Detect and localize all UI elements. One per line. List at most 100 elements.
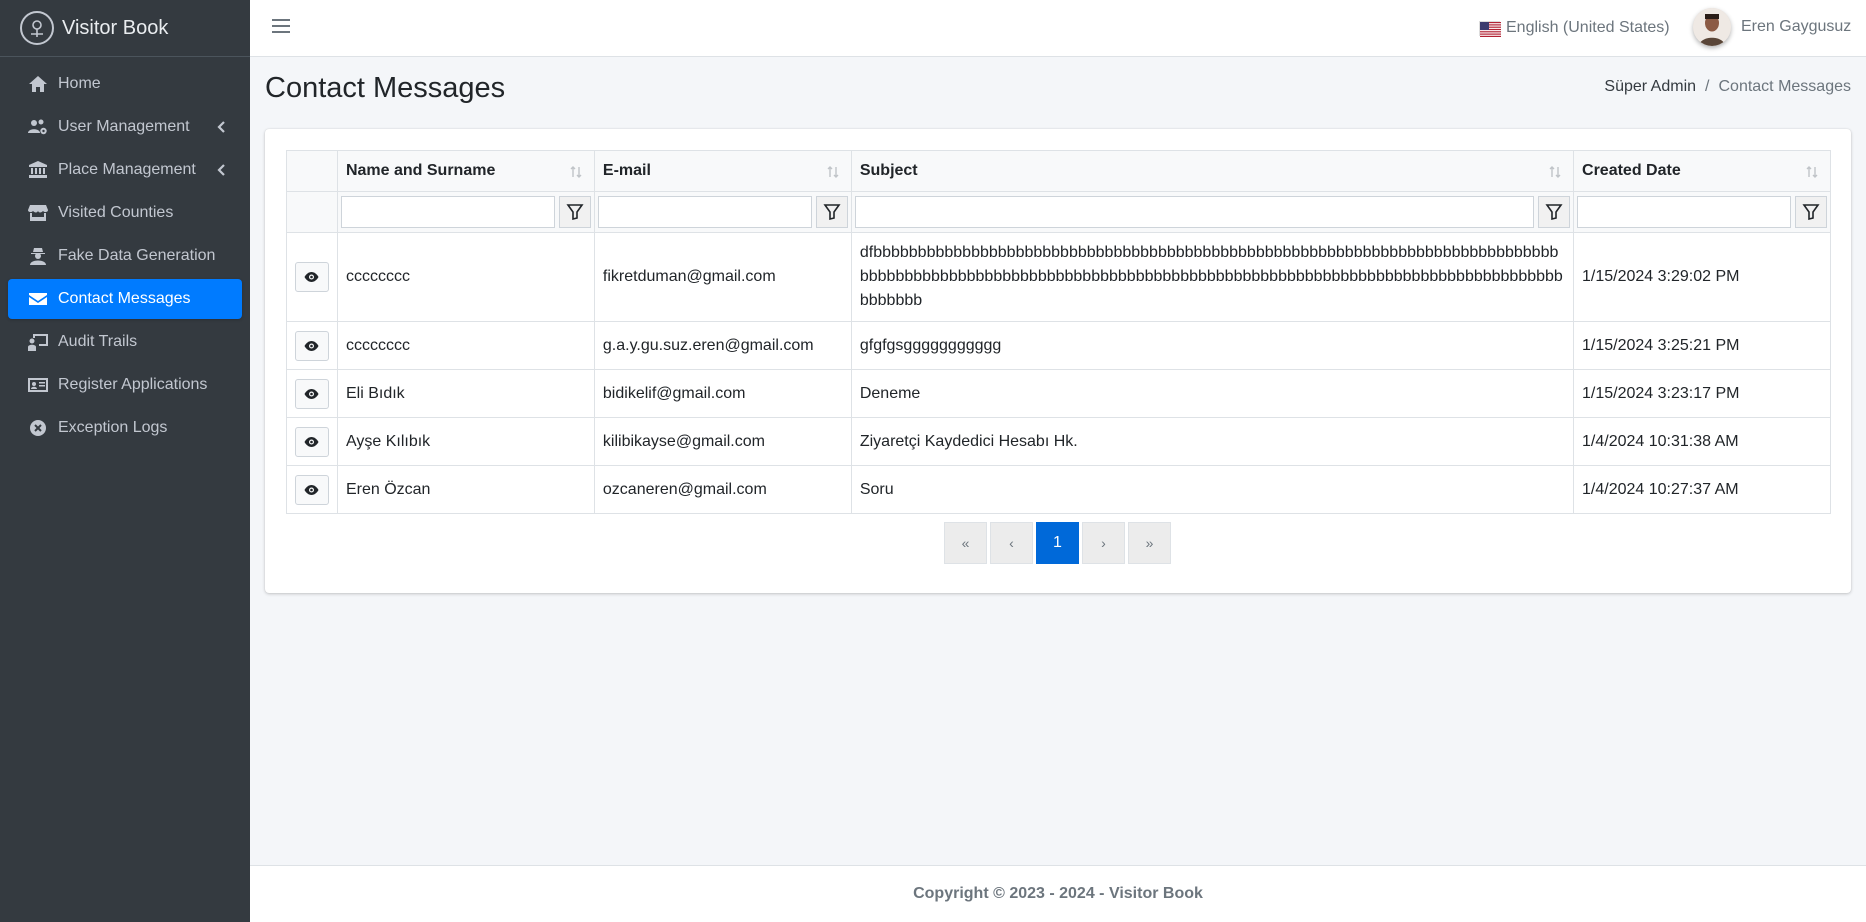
sidebar: Visitor Book Home User Management Place …: [0, 0, 250, 922]
sidebar-item-visited-counties[interactable]: Visited Counties: [8, 193, 242, 233]
page-title: Contact Messages: [265, 72, 506, 104]
date-filter-input[interactable]: [1577, 196, 1791, 228]
eye-icon: [304, 388, 319, 399]
sort-icon: [827, 165, 839, 179]
cell-date: 1/15/2024 3:25:21 PM: [1573, 321, 1831, 370]
actions-column-header: [286, 150, 338, 192]
column-header-email[interactable]: E-mail: [593, 150, 852, 192]
cell-date: 1/4/2024 10:27:37 AM: [1573, 465, 1831, 514]
sidebar-item-label: Audit Trails: [58, 333, 138, 350]
eye-icon: [304, 484, 319, 495]
sidebar-item-place-management[interactable]: Place Management: [8, 150, 242, 190]
name-filter-input[interactable]: [340, 196, 555, 228]
cell-subject: Deneme: [850, 369, 1575, 418]
filter-icon[interactable]: [1795, 196, 1827, 228]
sort-icon: [570, 165, 582, 179]
cell-email: fikretduman@gmail.com: [593, 232, 852, 322]
sidebar-item-home[interactable]: Home: [8, 64, 242, 104]
menu-toggle-icon[interactable]: [272, 19, 290, 37]
pagination: « ‹ 1 › »: [944, 522, 1174, 564]
cell-subject: gfgfgsggggggggggg: [850, 321, 1575, 370]
sidebar-item-audit-trails[interactable]: Audit Trails: [8, 322, 242, 362]
avatar: [1693, 8, 1731, 46]
cell-email: ozcaneren@gmail.com: [593, 465, 852, 514]
breadcrumb-current: Contact Messages: [1718, 78, 1851, 95]
sort-icon: [1549, 165, 1561, 179]
times-circle-icon: [27, 419, 49, 437]
cell-subject: Ziyaretçi Kaydedici Hesabı Hk.: [850, 417, 1575, 466]
column-header-subject[interactable]: Subject: [850, 150, 1575, 192]
sidebar-item-user-management[interactable]: User Management: [8, 107, 242, 147]
sidebar-item-label: Home: [58, 75, 101, 92]
view-button[interactable]: [294, 330, 329, 361]
language-label: English (United States): [1506, 19, 1670, 36]
brand-name: Visitor Book: [62, 16, 169, 39]
brand-link[interactable]: Visitor Book: [0, 0, 250, 57]
sidebar-item-label: Register Applications: [58, 376, 208, 393]
contact-messages-table: Name and Surname E-mail Subject Created …: [286, 150, 1831, 514]
last-page-button[interactable]: »: [1128, 522, 1171, 564]
sidebar-item-fake-data-generation[interactable]: Fake Data Generation: [8, 236, 242, 276]
home-icon: [27, 75, 49, 93]
cell-name: cccccccc: [336, 232, 595, 322]
store-icon: [27, 204, 49, 222]
email-filter-input[interactable]: [597, 196, 812, 228]
next-page-button[interactable]: ›: [1082, 522, 1125, 564]
view-button[interactable]: [294, 262, 329, 292]
cell-name: cccccccc: [336, 321, 595, 370]
sort-icon: [1806, 165, 1818, 179]
contact-messages-card: Name and Surname E-mail Subject Created …: [265, 129, 1851, 593]
table-row: Eli Bıdık bidikelif@gmail.com Deneme 1/1…: [286, 369, 1831, 418]
breadcrumb-separator: /: [1705, 78, 1710, 95]
user-menu[interactable]: Eren Gaygusuz: [1693, 8, 1851, 46]
view-button[interactable]: [294, 378, 329, 409]
copyright-text: Copyright © 2023 - 2024 - Visitor Book: [913, 885, 1203, 902]
filter-icon[interactable]: [815, 196, 848, 228]
sidebar-nav: Home User Management Place Management Vi…: [0, 57, 250, 458]
table-row: Ayşe Kılıbık kilibikayse@gmail.com Ziyar…: [286, 417, 1831, 466]
subject-filter-input[interactable]: [854, 196, 1535, 228]
user-secret-icon: [27, 247, 49, 265]
sidebar-item-register-applications[interactable]: Register Applications: [8, 365, 242, 405]
cell-date: 1/4/2024 10:31:38 AM: [1573, 417, 1831, 466]
breadcrumb: Süper Admin / Contact Messages: [1604, 78, 1851, 96]
eye-icon: [304, 436, 319, 447]
cell-email: kilibikayse@gmail.com: [593, 417, 852, 466]
language-selector[interactable]: English (United States): [1479, 19, 1670, 37]
brand-logo-icon: [20, 11, 54, 45]
prev-page-button[interactable]: ‹: [990, 522, 1033, 564]
cell-subject: dfbbbbbbbbbbbbbbbbbbbbbbbbbbbbbbbbbbbbbb…: [850, 232, 1575, 322]
breadcrumb-root-link[interactable]: Süper Admin: [1604, 78, 1696, 96]
page-1-button[interactable]: 1: [1036, 522, 1079, 564]
chalkboard-teacher-icon: [27, 333, 49, 351]
cell-name: Ayşe Kılıbık: [336, 417, 595, 466]
user-name: Eren Gaygusuz: [1741, 18, 1852, 35]
cell-name: Eren Özcan: [336, 465, 595, 514]
us-flag-icon: [1479, 20, 1501, 37]
table-row: Eren Özcan ozcaneren@gmail.com Soru 1/4/…: [286, 465, 1831, 514]
first-page-button[interactable]: «: [944, 522, 987, 564]
sidebar-item-contact-messages[interactable]: Contact Messages: [8, 279, 242, 319]
users-cog-icon: [27, 118, 49, 136]
cell-email: g.a.y.gu.suz.eren@gmail.com: [593, 321, 852, 370]
sidebar-item-label: Exception Logs: [58, 419, 168, 436]
eye-icon: [304, 340, 319, 351]
cell-subject: Soru: [850, 465, 1575, 514]
cell-email: bidikelif@gmail.com: [593, 369, 852, 418]
filter-icon[interactable]: [1538, 196, 1571, 228]
filter-icon[interactable]: [558, 196, 591, 228]
column-header-created-date[interactable]: Created Date: [1573, 150, 1831, 192]
sidebar-item-label: Visited Counties: [58, 204, 174, 221]
sidebar-item-exception-logs[interactable]: Exception Logs: [8, 408, 242, 448]
footer: Copyright © 2023 - 2024 - Visitor Book: [250, 865, 1866, 922]
view-button[interactable]: [294, 474, 329, 505]
eye-icon: [304, 272, 319, 282]
top-navbar: English (United States) Eren Gaygusuz: [250, 0, 1866, 57]
sidebar-item-label: Place Management: [58, 161, 196, 178]
cell-date: 1/15/2024 3:29:02 PM: [1573, 232, 1831, 322]
column-header-name[interactable]: Name and Surname: [336, 150, 595, 192]
envelope-icon: [27, 290, 49, 308]
cell-date: 1/15/2024 3:23:17 PM: [1573, 369, 1831, 418]
sidebar-item-label: User Management: [58, 118, 190, 135]
view-button[interactable]: [294, 426, 329, 457]
